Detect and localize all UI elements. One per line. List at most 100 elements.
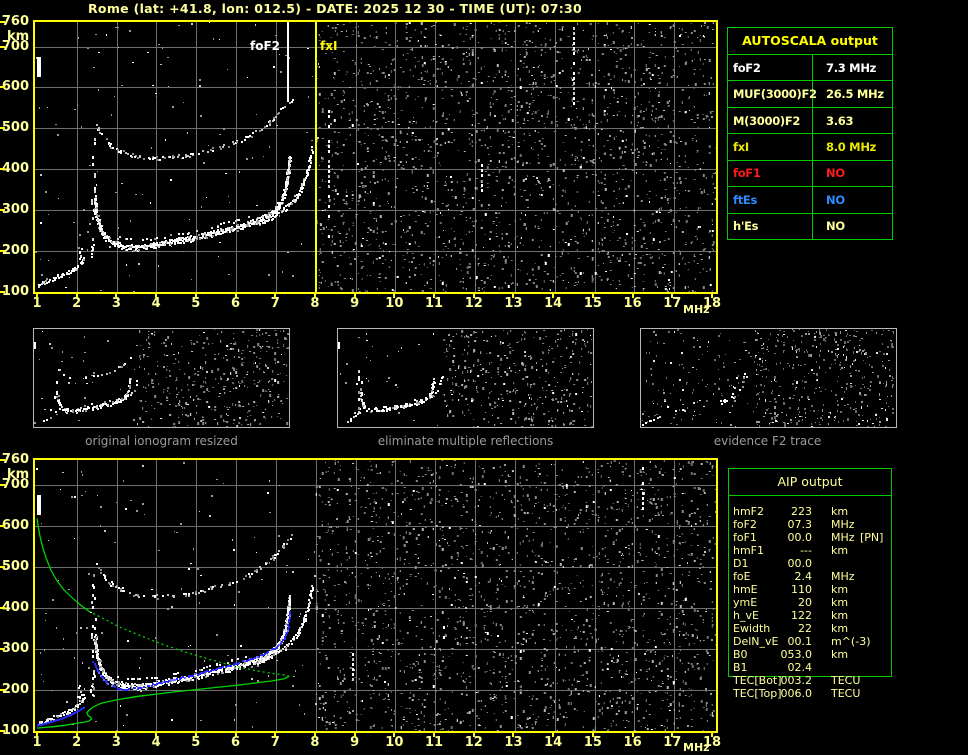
aip-param: B1 — [733, 661, 748, 674]
y-tick-bot — [0, 483, 5, 486]
x-tick-label-top: 9 — [350, 296, 360, 311]
x-tick-label-top: 16 — [623, 296, 642, 311]
aip-unit: MHz — [831, 531, 855, 544]
thumb-caption-eliminate: eliminate multiple reflections — [377, 434, 554, 448]
x-tick-bot — [75, 733, 78, 737]
autoscala-param-label: h'Es — [733, 219, 759, 234]
x-tick-bot — [631, 733, 634, 737]
thumb-evidence-canvas — [641, 329, 894, 427]
aip-unit: MHz — [831, 518, 855, 531]
x-tick-top — [671, 294, 674, 298]
aip-value: 00.0 — [787, 557, 813, 570]
autoscala-param-label: ftEs — [733, 192, 758, 207]
fof2-marker-line — [287, 22, 289, 102]
y-tick-top — [0, 209, 5, 212]
x-tick-label-bot: 17 — [663, 735, 682, 750]
x-tick-label-top: 13 — [504, 296, 523, 311]
aip-row-hmE: hmE 110 km — [729, 583, 891, 596]
y-tick-top — [0, 250, 5, 253]
fxi-marker-line — [315, 22, 317, 292]
autoscala-row-M(3000)F2: M(3000)F2 3.63 — [728, 107, 892, 135]
aip-unit: km — [831, 622, 849, 635]
autoscala-param-label: fxI — [733, 139, 749, 154]
autoscala-param: foF2 — [728, 55, 813, 81]
thumb-caption-original: original ionogram resized — [85, 434, 238, 448]
x-tick-bot — [472, 733, 475, 737]
autoscala-value-label: 7.3 MHz — [826, 60, 877, 75]
aip-unit: km — [831, 505, 849, 518]
x-tick-label-bot: 1 — [32, 735, 42, 750]
x-tick-top — [631, 294, 634, 298]
autoscala-value: 3.63 — [813, 108, 892, 133]
autoscala-value-label: NO — [826, 219, 845, 234]
x-tick-top — [552, 294, 555, 298]
thumb-eliminate-canvas — [338, 329, 593, 427]
x-tick-bot — [433, 733, 436, 737]
x-tick-label-bot: 6 — [230, 735, 241, 750]
aip-table-header: AIP output — [729, 469, 891, 496]
autoscala-output-screen: Rome (lat: +41.8, lon: 012.5) - DATE: 20… — [0, 0, 968, 755]
x-tick-label-top: 8 — [310, 296, 320, 311]
x-tick-bot — [313, 733, 316, 737]
x-tick-label-bot: 14 — [544, 735, 563, 750]
aip-row-Ewidth: Ewidth 22 km — [729, 622, 891, 635]
aip-row-D1: D1 00.0 — [729, 557, 891, 570]
aip-row-h_vE: h_vE 122 km — [729, 609, 891, 622]
x-tick-bot — [512, 733, 515, 737]
x-tick-bot — [591, 733, 594, 737]
x-tick-top — [512, 294, 515, 298]
aip-value: 223 — [791, 505, 812, 518]
x-tick-label-top: 15 — [583, 296, 602, 311]
x-tick-label-bot: 15 — [583, 735, 602, 750]
y-tick-bot — [0, 565, 5, 568]
y-tick-top — [0, 86, 5, 89]
autoscala-row-MUF(3000)F2: MUF(3000)F2 26.5 MHz — [728, 81, 892, 108]
aip-unit: MHz — [831, 570, 855, 583]
x-tick-label-top: 7 — [270, 296, 280, 311]
x-tick-top — [313, 294, 316, 298]
aip-value: 003.2 — [780, 674, 813, 687]
autoscala-row-h'Es: h'Es NO — [728, 213, 892, 239]
autoscala-param: fxI — [728, 134, 813, 160]
aip-row-foF1: foF1 00.0 MHz [PN] — [729, 531, 891, 544]
x-tick-label-bot: 10 — [385, 735, 404, 750]
aip-row-hmF1: hmF1 --- km — [729, 544, 891, 557]
aip-table: AIP output hmF2 223 km foF2 07.3 MHz foF1 00.0 M… — [728, 468, 892, 700]
aip-param: hmE — [733, 583, 758, 596]
x-tick-label-bot: 13 — [504, 735, 523, 750]
aip-param: B0 — [733, 648, 748, 661]
autoscala-value: NO — [813, 161, 892, 186]
autoscala-row-fxI: fxI 8.0 MHz — [728, 134, 892, 161]
aip-value: 22 — [798, 622, 812, 635]
aip-row-TEC[Top]: TEC[Top] 006.0 TECU — [729, 687, 891, 700]
y-tick-bot — [0, 647, 5, 650]
autoscala-param: M(3000)F2 — [728, 107, 813, 134]
aip-param: D1 — [733, 557, 749, 570]
autoscala-param-label: M(3000)F2 — [733, 113, 801, 128]
x-tick-bot — [155, 733, 158, 737]
y-tick-top — [0, 127, 5, 130]
x-tick-label-top: 12 — [464, 296, 483, 311]
x-tick-label-top: 5 — [191, 296, 201, 311]
autoscala-value-label: 26.5 MHz — [826, 87, 884, 102]
thumb-evidence-f2 — [640, 328, 897, 428]
aip-row-foE: foE 2.4 MHz — [729, 570, 891, 583]
y-tick-top — [0, 168, 5, 171]
x-tick-top — [591, 294, 594, 298]
x-tick-top — [115, 294, 118, 298]
thumb-caption-evidence: evidence F2 trace — [713, 434, 822, 448]
top-ionogram-canvas — [35, 22, 716, 292]
autoscala-value: NO — [813, 214, 892, 239]
x-tick-label-top: 17 — [663, 296, 682, 311]
autoscala-value-label: 8.0 MHz — [826, 139, 877, 154]
x-tick-label-top: 11 — [425, 296, 444, 311]
x-tick-bot — [36, 733, 38, 737]
aip-value: 122 — [791, 609, 812, 622]
aip-value: 00.1 — [787, 635, 813, 648]
x-tick-label-top: 10 — [385, 296, 404, 311]
y-tick-bot — [0, 606, 5, 609]
autoscala-param-label: MUF(3000)F2 — [733, 87, 817, 102]
autoscala-param: ftEs — [728, 187, 813, 213]
autoscala-param: h'Es — [728, 213, 813, 239]
x-tick-label-top: 18 — [702, 296, 722, 311]
